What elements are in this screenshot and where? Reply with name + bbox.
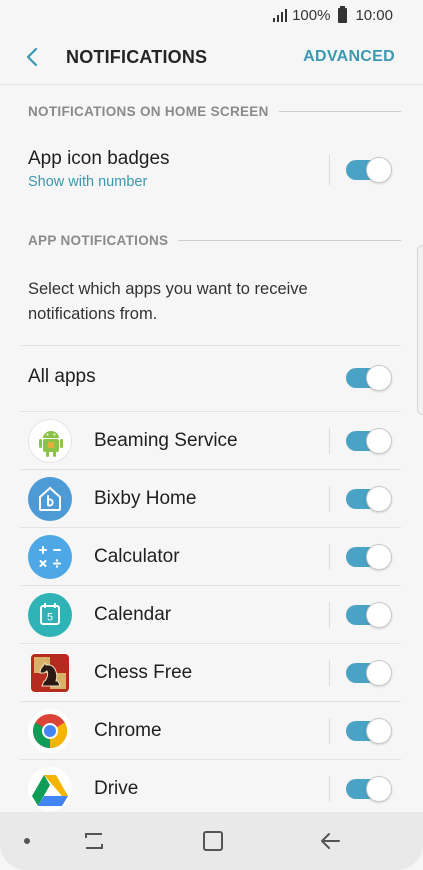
app-label: Chess Free — [94, 662, 193, 683]
app-icon-badges-item[interactable]: App icon badges Show with number — [28, 148, 170, 190]
app-label: Calculator — [94, 546, 180, 567]
vertical-divider — [329, 776, 330, 802]
page-title: NOTIFICATIONS — [66, 46, 208, 67]
vertical-divider — [329, 155, 330, 185]
nav-pin-dot-icon[interactable] — [24, 838, 30, 844]
chevron-left-icon — [26, 47, 38, 67]
app-row-calendar[interactable]: 5 Calendar — [20, 586, 401, 644]
app-row-calculator[interactable]: Calculator — [20, 528, 401, 586]
app-toggle[interactable] — [346, 660, 392, 686]
app-bar: NOTIFICATIONS ADVANCED — [0, 30, 423, 85]
android-robot-icon — [28, 419, 72, 463]
section-divider — [278, 111, 401, 112]
scrollbar[interactable] — [417, 245, 423, 415]
app-row-drive[interactable]: Drive — [20, 760, 401, 818]
chess-knight-icon — [30, 653, 70, 693]
vertical-divider — [329, 486, 330, 512]
calendar-icon: 5 — [28, 593, 72, 637]
vertical-divider — [329, 602, 330, 628]
app-label: Calendar — [94, 604, 172, 625]
section-header-label: APP NOTIFICATIONS — [28, 233, 169, 248]
clock: 10:00 — [355, 6, 393, 24]
calendar-icon-number: 5 — [47, 612, 53, 624]
all-apps-toggle[interactable] — [346, 365, 392, 391]
app-row-chess-free[interactable]: Chess Free — [20, 644, 401, 702]
chrome-icon — [28, 709, 72, 753]
app-label: Beaming Service — [94, 430, 238, 451]
navigation-bar — [0, 812, 423, 870]
section-divider — [178, 240, 401, 241]
vertical-divider — [329, 544, 330, 570]
app-toggle[interactable] — [346, 718, 392, 744]
divider — [20, 345, 401, 346]
vertical-divider — [329, 718, 330, 744]
section-header-label: NOTIFICATIONS ON HOME SCREEN — [28, 104, 269, 119]
battery-icon — [338, 5, 348, 23]
back-arrow-icon[interactable] — [318, 829, 344, 853]
app-row-beaming-service[interactable]: Beaming Service — [20, 412, 401, 470]
app-toggle[interactable] — [346, 602, 392, 628]
status-bar: 100% 10:00 — [0, 0, 423, 30]
bixby-home-icon — [28, 477, 72, 521]
app-row-bixby-home[interactable]: Bixby Home — [20, 470, 401, 528]
calculator-icon — [28, 535, 72, 579]
all-apps-label[interactable]: All apps — [28, 366, 96, 388]
app-toggle[interactable] — [346, 776, 392, 802]
vertical-divider — [329, 660, 330, 686]
screen: 100% 10:00 NOTIFICATIONS ADVANCED NOTIFI… — [0, 0, 423, 870]
app-icon-badges-subtitle: Show with number — [28, 174, 148, 190]
home-icon[interactable] — [201, 829, 225, 853]
app-toggle[interactable] — [346, 544, 392, 570]
section-header-app-notifications: APP NOTIFICATIONS — [28, 233, 401, 248]
advanced-button[interactable]: ADVANCED — [303, 48, 395, 66]
signal-icon — [273, 9, 288, 22]
app-row-chrome[interactable]: Chrome — [20, 702, 401, 760]
app-icon-badges-title: App icon badges — [28, 148, 170, 169]
app-label: Chrome — [94, 720, 162, 741]
app-label: Drive — [94, 778, 139, 799]
recents-icon[interactable] — [82, 829, 108, 853]
section-header-home-screen: NOTIFICATIONS ON HOME SCREEN — [28, 104, 401, 119]
google-drive-icon — [28, 767, 72, 811]
app-label: Bixby Home — [94, 488, 197, 509]
vertical-divider — [329, 428, 330, 454]
app-notifications-description: Select which apps you want to receive no… — [28, 280, 308, 323]
battery-percent: 100% — [292, 6, 331, 24]
app-toggle[interactable] — [346, 428, 392, 454]
back-button[interactable] — [4, 30, 60, 85]
app-toggle[interactable] — [346, 486, 392, 512]
app-icon-badges-toggle[interactable] — [346, 157, 392, 183]
